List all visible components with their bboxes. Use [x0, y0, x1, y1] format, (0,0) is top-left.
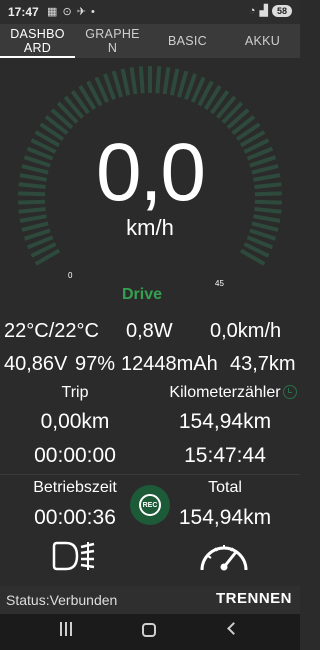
power-value: 0,8W [126, 320, 173, 342]
speed-unit: km/h [126, 215, 174, 240]
gauge-tick [111, 70, 124, 98]
battery-indicator: 58 [271, 4, 292, 17]
notification-icons: ▦ ⊙ ✈ • [47, 6, 96, 18]
drive-mode: Drive [121, 286, 163, 303]
tab-dashboard-label: DASHBO ARD [10, 27, 65, 55]
recents-icon[interactable] [58, 622, 74, 638]
avg-speed-value: 0,0km/h [210, 320, 282, 342]
speed-value: 0,0 [96, 127, 206, 218]
runtime-label: Betriebszeit [33, 479, 117, 496]
gauge-tick [155, 66, 162, 94]
odometer-label: Kilometerzähler [169, 384, 281, 401]
headlight-icon[interactable] [50, 540, 98, 572]
record-label: REC [142, 501, 158, 509]
gauge-tick [162, 67, 171, 95]
signal-icon: ▟ [259, 5, 268, 17]
home-icon[interactable] [142, 623, 156, 637]
wifi-icon: ◔ [248, 4, 256, 17]
tab-graphen-label: GRAPHE N [85, 27, 140, 55]
gauge-tick [138, 66, 145, 94]
tab-basic[interactable]: BASIC [150, 24, 225, 58]
capacity-value: 12448mAh [121, 353, 218, 375]
gauge-min-label: 0 [68, 271, 73, 280]
tab-akku-label: AKKU [244, 34, 281, 48]
tab-graphen[interactable]: GRAPHE N [75, 24, 150, 58]
tab-bar: DASHBO ARD GRAPHE N BASIC AKKU [0, 24, 300, 58]
odometer-duration: 15:47:44 [184, 444, 266, 467]
trip-duration: 00:00:00 [34, 444, 116, 467]
total-value: 154,94km [178, 506, 272, 529]
section-divider [0, 474, 300, 475]
reset-icon[interactable] [283, 385, 297, 399]
temperature-value: 22°C/22°C [4, 320, 99, 342]
odometer-distance: 154,94km [178, 410, 272, 433]
runtime-value: 00:00:36 [34, 506, 116, 529]
disconnect-button[interactable]: TRENNEN [212, 590, 296, 610]
system-indicators: ◔ ▟ 58 [249, 4, 292, 17]
clock: 17:47 [8, 5, 39, 19]
total-label: Total [208, 479, 242, 496]
gauge-tick [176, 70, 189, 98]
tab-dashboard[interactable]: DASHBO ARD [0, 24, 75, 58]
status-bar: 17:47 ▦ ⊙ ✈ • ◔ ▟ 58 [0, 0, 300, 24]
tab-basic-label: BASIC [167, 34, 207, 48]
tab-akku[interactable]: AKKU [225, 24, 300, 58]
gauge-tick [169, 68, 180, 96]
connection-status: Status:Verbunden [6, 592, 118, 608]
gauge-tick [120, 68, 131, 96]
trip-label: Trip [61, 384, 89, 401]
record-button[interactable]: REC [130, 485, 170, 525]
battery-percent-value: 97% [75, 353, 116, 375]
speedometer-icon[interactable] [198, 538, 250, 574]
voltage-value: 40,86V [4, 353, 68, 375]
record-icon: REC [139, 494, 161, 516]
range-value: 43,7km [230, 353, 296, 375]
trip-distance: 0,00km [40, 410, 110, 433]
gauge-tick [129, 67, 138, 95]
